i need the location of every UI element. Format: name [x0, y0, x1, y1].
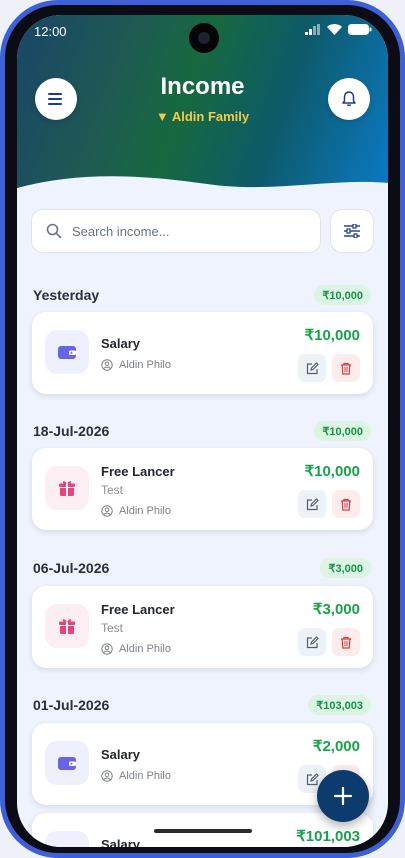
user-circle-icon — [101, 505, 113, 517]
user-name: Aldin Philo — [119, 770, 171, 782]
trash-icon — [341, 362, 351, 375]
wallet-icon — [58, 346, 76, 359]
user-name: Aldin Philo — [119, 505, 171, 517]
delete-button[interactable] — [332, 628, 360, 656]
income-user: Aldin Philo — [101, 359, 171, 371]
app-screen: 12:00 Income ▼ Aldin Family Search incom… — [17, 15, 388, 847]
edit-icon — [306, 497, 319, 510]
wallet-icon — [58, 757, 76, 770]
add-income-button[interactable] — [317, 770, 369, 822]
income-user: Aldin Philo — [101, 770, 171, 782]
status-icons — [305, 24, 372, 35]
plus-icon — [333, 786, 353, 806]
group-date-label: 06-Jul-2026 — [33, 560, 110, 576]
search-bar[interactable] — [31, 209, 321, 253]
income-title: Free Lancer — [101, 464, 175, 479]
edit-icon — [306, 361, 319, 374]
phone-bezel: 12:00 Income ▼ Aldin Family Search incom… — [5, 5, 400, 853]
category-icon-tile — [45, 330, 89, 374]
user-name: Aldin Philo — [119, 359, 171, 371]
battery-icon — [348, 24, 372, 35]
category-icon-tile — [45, 604, 89, 648]
header-wave — [17, 176, 388, 210]
income-note: Test — [101, 483, 124, 497]
search-icon — [46, 223, 62, 239]
group-date-label: Yesterday — [33, 287, 100, 303]
income-title: Free Lancer — [101, 602, 175, 617]
sliders-icon — [344, 224, 360, 238]
signal-icon — [305, 24, 320, 35]
trash-icon — [341, 636, 351, 649]
income-note: Test — [101, 621, 124, 635]
filter-button[interactable] — [330, 209, 374, 253]
group-total-badge: ₹10,000 — [314, 285, 371, 305]
group-total-badge: ₹10,000 — [314, 421, 371, 441]
wifi-icon — [327, 24, 342, 35]
income-card[interactable]: Free Lancer Test Aldin Philo ₹3,000 — [32, 586, 373, 668]
edit-button[interactable] — [298, 354, 326, 382]
income-card[interactable]: Free Lancer Test Aldin Philo ₹10,000 — [32, 448, 373, 530]
user-name: Aldin Philo — [119, 643, 171, 655]
camera-cutout — [189, 23, 219, 53]
status-bar: 12:00 — [17, 15, 388, 53]
search-input[interactable] — [72, 223, 292, 239]
delete-button[interactable] — [332, 354, 360, 382]
income-amount: ₹10,000 — [304, 463, 360, 480]
income-user: Aldin Philo — [101, 643, 171, 655]
user-circle-icon — [101, 770, 113, 782]
income-title: Salary — [101, 747, 141, 762]
income-amount: ₹3,000 — [312, 601, 360, 618]
trash-icon — [341, 498, 351, 511]
bell-icon — [342, 91, 356, 107]
group-total-badge: ₹3,000 — [320, 558, 371, 578]
income-card[interactable]: Salary Aldin Philo ₹10,000 — [32, 312, 373, 394]
user-circle-icon — [101, 359, 113, 371]
edit-button[interactable] — [298, 490, 326, 518]
edit-icon — [306, 772, 319, 785]
group-total-badge: ₹103,003 — [308, 695, 371, 715]
edit-button[interactable] — [298, 628, 326, 656]
category-icon-tile — [45, 466, 89, 510]
wallet-icon — [57, 845, 77, 847]
notifications-button[interactable] — [328, 78, 370, 120]
home-indicator[interactable] — [154, 829, 252, 833]
group-date-label: 18-Jul-2026 — [33, 423, 110, 439]
phone-frame: 12:00 Income ▼ Aldin Family Search incom… — [0, 0, 405, 858]
delete-button[interactable] — [332, 490, 360, 518]
category-icon-tile — [45, 831, 89, 847]
status-time: 12:00 — [34, 24, 67, 39]
income-amount: ₹2,000 — [312, 738, 360, 755]
income-user: Aldin Philo — [101, 505, 171, 517]
user-circle-icon — [101, 643, 113, 655]
group-date-label: 01-Jul-2026 — [33, 697, 110, 713]
income-title: Salary — [101, 837, 141, 847]
gift-icon — [59, 619, 75, 634]
edit-icon — [306, 635, 319, 648]
income-title: Salary — [101, 336, 141, 351]
gift-icon — [59, 481, 75, 496]
income-amount: ₹10,000 — [304, 327, 360, 344]
category-icon-tile — [45, 741, 89, 785]
income-amount: ₹101,003 — [296, 828, 360, 845]
